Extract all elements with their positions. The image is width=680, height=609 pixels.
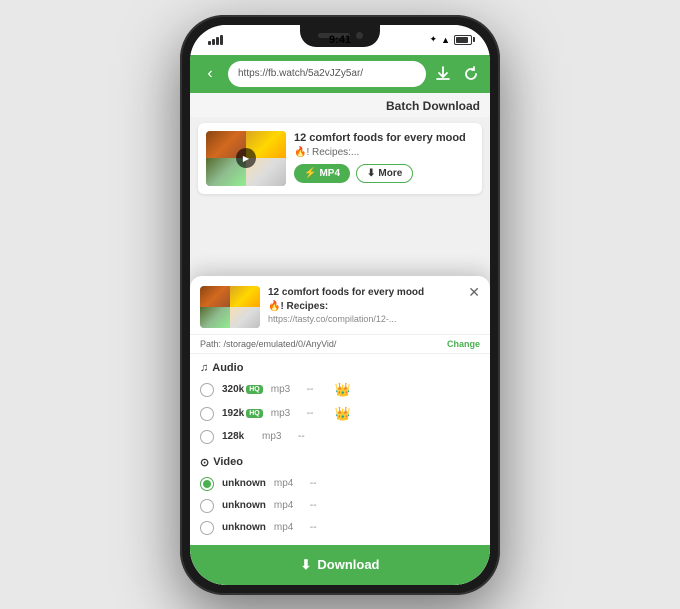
size-video-2: -- <box>310 500 330 511</box>
content-area: Batch Download ▶ 12 comfor <box>190 93 490 585</box>
audio-section-title: ♫ Audio <box>190 354 490 378</box>
size-192k: -- <box>307 408 327 419</box>
url-bar[interactable]: https://fb.watch/5a2vJZy5ar/ <box>228 61 426 87</box>
size-video-3: -- <box>310 522 330 533</box>
quality-320k: 320kHQ <box>222 384 263 395</box>
hq-badge-320k: HQ <box>246 385 263 394</box>
video-option-2[interactable]: unknown mp4 -- <box>190 495 490 517</box>
video-action-buttons: ⚡ MP4 ⬇ More <box>294 164 474 183</box>
quality-128k: 128k <box>222 431 254 442</box>
video-option-1[interactable]: unknown mp4 -- <box>190 473 490 495</box>
batch-download-header: Batch Download <box>190 93 490 117</box>
browser-bar: ‹ https://fb.watch/5a2vJZy5ar/ <box>190 55 490 93</box>
path-text: Path: /storage/emulated/0/AnyVid/ <box>200 339 336 349</box>
status-bar: 9:41 ✦ ▲ <box>190 25 490 55</box>
bluetooth-icon: ✦ <box>430 34 438 45</box>
radio-video-2[interactable] <box>200 499 214 513</box>
download-button[interactable]: ⬇ Download <box>190 545 490 585</box>
battery-icon <box>454 35 472 45</box>
back-button[interactable]: ‹ <box>198 65 222 83</box>
format-192k: mp3 <box>271 408 299 419</box>
mp4-icon: ⚡ <box>304 168 316 179</box>
mp4-button[interactable]: ⚡ MP4 <box>294 164 350 183</box>
signal-icon <box>208 35 223 45</box>
video-title: 12 comfort foods for every mood <box>294 131 474 145</box>
quality-video-2: unknown <box>222 500 266 511</box>
audio-option-128k[interactable]: 128k mp3 -- <box>190 426 490 448</box>
video-thumbnail: ▶ <box>206 131 286 186</box>
quality-video-3: unknown <box>222 522 266 533</box>
crown-icon-320k: 👑 <box>335 382 351 398</box>
phone-frame: 9:41 ✦ ▲ ‹ https://fb.watch/5a2vJZy5ar/ <box>180 15 500 595</box>
format-video-1: mp4 <box>274 478 302 489</box>
modal-url: https://tasty.co/compilation/12-... <box>268 314 480 324</box>
download-icon: ⬇ <box>300 557 311 573</box>
close-button[interactable]: ✕ <box>468 284 480 301</box>
format-video-3: mp4 <box>274 522 302 533</box>
size-video-1: -- <box>310 478 330 489</box>
video-card: ▶ 12 comfort foods for every mood 🔥! Rec… <box>198 123 482 194</box>
crown-icon-192k: 👑 <box>335 406 351 422</box>
status-right-icons: ✦ ▲ <box>430 34 472 45</box>
play-icon: ▶ <box>236 148 256 168</box>
modal-title: 12 comfort foods for every mood <box>268 286 480 299</box>
batch-download-label: Batch Download <box>386 99 480 113</box>
video-option-3[interactable]: unknown mp4 -- <box>190 517 490 539</box>
modal-thumbnail <box>200 286 260 328</box>
notch-dot <box>356 32 363 39</box>
radio-192k[interactable] <box>200 407 214 421</box>
download-label: Download <box>317 557 379 572</box>
radio-video-1[interactable] <box>200 477 214 491</box>
audio-option-320k[interactable]: 320kHQ mp3 -- 👑 <box>190 378 490 402</box>
browser-actions <box>432 63 482 85</box>
phone-screen: 9:41 ✦ ▲ ‹ https://fb.watch/5a2vJZy5ar/ <box>190 25 490 585</box>
wifi-icon: ▲ <box>441 35 450 45</box>
change-path-button[interactable]: Change <box>447 339 480 349</box>
quality-video-1: unknown <box>222 478 266 489</box>
radio-video-3[interactable] <box>200 521 214 535</box>
more-download-icon: ⬇ <box>367 168 375 179</box>
modal-header: 12 comfort foods for every mood 🔥! Recip… <box>190 276 490 334</box>
hq-badge-192k: HQ <box>246 409 263 418</box>
format-128k: mp3 <box>262 431 290 442</box>
status-time: 9:41 <box>329 34 351 46</box>
format-video-2: mp4 <box>274 500 302 511</box>
audio-option-192k[interactable]: 192kHQ mp3 -- 👑 <box>190 402 490 426</box>
format-320k: mp3 <box>271 384 299 395</box>
download-page-button[interactable] <box>432 63 454 85</box>
video-section-title: ⊙ Video <box>190 448 490 473</box>
download-modal: 12 comfort foods for every mood 🔥! Recip… <box>190 276 490 585</box>
quality-192k: 192kHQ <box>222 408 263 419</box>
url-text: https://fb.watch/5a2vJZy5ar/ <box>238 68 363 79</box>
more-button[interactable]: ⬇ More <box>356 164 413 183</box>
path-row: Path: /storage/emulated/0/AnyVid/ Change <box>190 334 490 354</box>
audio-icon: ♫ <box>200 362 208 374</box>
modal-subtitle: 🔥! Recipes: <box>268 300 480 313</box>
modal-info: 12 comfort foods for every mood 🔥! Recip… <box>268 286 480 324</box>
size-128k: -- <box>298 431 318 442</box>
video-subtitle: 🔥! Recipes:... <box>294 147 474 158</box>
radio-320k[interactable] <box>200 383 214 397</box>
size-320k: -- <box>307 384 327 395</box>
refresh-button[interactable] <box>460 63 482 85</box>
video-section-icon: ⊙ <box>200 456 209 469</box>
video-info: 12 comfort foods for every mood 🔥! Recip… <box>294 131 474 183</box>
radio-128k[interactable] <box>200 430 214 444</box>
